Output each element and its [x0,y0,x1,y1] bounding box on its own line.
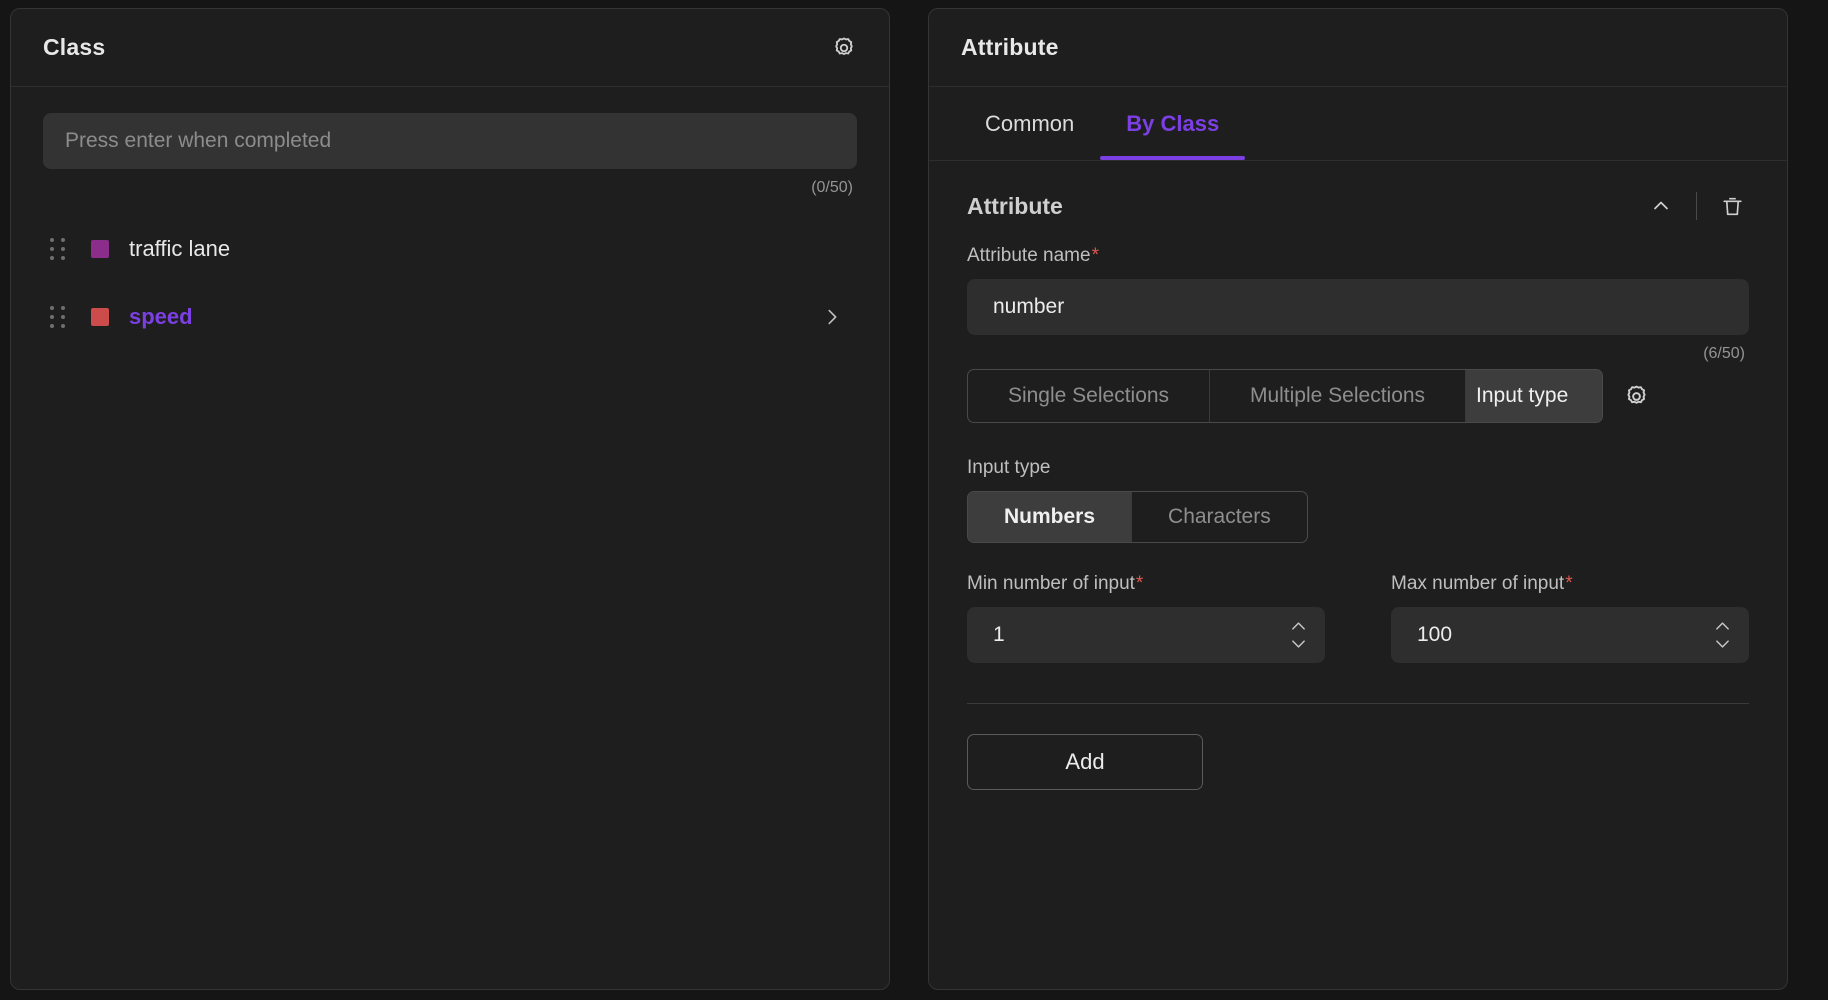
max-input-label: Max number of input* [1391,573,1749,595]
attribute-name-field[interactable] [967,279,1749,335]
max-input-group: Max number of input* [1391,573,1749,663]
min-stepper-wrap [967,607,1325,663]
add-button[interactable]: Add [967,734,1203,790]
min-number-input[interactable] [967,607,1325,663]
chevron-up-icon[interactable] [1290,620,1307,632]
class-input-counter: (0/50) [811,179,853,196]
seg-single-selections[interactable]: Single Selections [968,370,1211,422]
drag-handle-icon[interactable] [47,235,69,263]
list-item[interactable]: speed [43,283,857,351]
seg-characters[interactable]: Characters [1132,492,1307,542]
max-input-label-text: Max number of input [1391,573,1565,594]
min-max-row: Min number of input* 1 Max number of inp… [967,573,1749,663]
required-marker: * [1565,573,1573,594]
max-stepper-arrows[interactable] [1714,620,1731,650]
chevron-up-icon[interactable] [1644,189,1678,223]
page-title: Class [43,34,106,60]
class-panel-header: Class [11,9,889,87]
chevron-right-icon[interactable] [821,306,849,328]
gear-icon[interactable] [827,31,861,65]
class-panel-body: (0/50) traffic lane speed [11,87,889,989]
selection-mode-segmented: Single Selections Multiple Selections In… [967,369,1603,423]
class-color-swatch[interactable] [91,240,109,258]
attribute-panel: Attribute Common By Class Attribute Attr… [928,8,1788,990]
class-item-label: speed [129,304,193,329]
seg-numbers[interactable]: Numbers [968,492,1133,542]
drag-handle-icon[interactable] [47,303,69,331]
section-divider [967,703,1749,704]
attribute-name-label-text: Attribute name [967,245,1091,266]
class-color-swatch[interactable] [91,308,109,326]
attribute-tabs: Common By Class [929,87,1787,161]
tab-by-class[interactable]: By Class [1100,87,1246,160]
chevron-down-icon[interactable] [1714,638,1731,650]
class-list: traffic lane speed [43,215,857,351]
class-input[interactable] [43,113,857,169]
class-panel: Class (0/50) traffic lane [10,8,890,990]
min-input-label-text: Min number of input [967,573,1135,594]
input-type-label: Input type [967,457,1051,478]
min-input-label: Min number of input* [967,573,1325,595]
attribute-name-counter: (6/50) [1703,345,1745,362]
attribute-panel-title: Attribute [961,34,1059,60]
input-type-block: Input type Numbers Characters [967,457,1749,543]
tab-common[interactable]: Common [959,87,1100,160]
gear-icon[interactable] [1619,379,1653,413]
input-type-segmented: Numbers Characters [967,491,1308,543]
chevron-down-icon[interactable] [1290,638,1307,650]
seg-multiple-selections[interactable]: Multiple Selections [1210,370,1467,422]
min-stepper-arrows[interactable] [1290,620,1307,650]
attribute-section-actions [1644,189,1749,223]
min-input-group: Min number of input* [967,573,1325,663]
seg-input-type[interactable]: Input type [1466,370,1602,422]
attribute-panel-body: Attribute Attribute name* number (6/50) … [929,161,1787,989]
selection-mode-row: Single Selections Multiple Selections In… [967,369,1749,423]
attribute-section-header: Attribute [967,189,1749,223]
attribute-name-label: Attribute name* [967,245,1749,267]
max-stepper-wrap [1391,607,1749,663]
list-item[interactable]: traffic lane [43,215,857,283]
attribute-panel-header: Attribute [929,9,1787,87]
attribute-section-title: Attribute [967,192,1063,219]
action-divider [1696,192,1697,220]
trash-icon[interactable] [1715,189,1749,223]
class-item-label: traffic lane [129,236,231,261]
app-root: Class (0/50) traffic lane [0,0,1828,1000]
max-number-input[interactable] [1391,607,1749,663]
required-marker: * [1135,573,1144,594]
chevron-up-icon[interactable] [1714,620,1731,632]
required-marker: * [1091,245,1099,266]
